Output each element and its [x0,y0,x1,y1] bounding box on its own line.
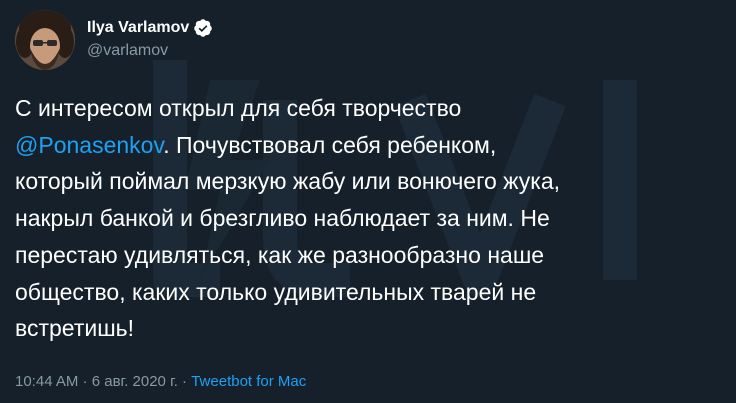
tweet-line: общество, каких только удивительных твар… [15,278,537,305]
tweet-line: накрыл банкой и брезгливо наблюдает за н… [15,205,550,232]
tweet-header: Ilya Varlamov @varlamov [15,10,213,70]
tweet-time[interactable]: 10:44 AM [15,373,78,390]
tweet-source-link[interactable]: Tweetbot for Mac [191,373,306,390]
tweet-line-text: . Почувствовал себя ребенком, [163,131,497,158]
avatar-image [15,10,75,70]
tweet-line: который поймал мерзкую жабу или вонючего… [15,168,561,195]
tweet-date[interactable]: 6 авг. 2020 г. [92,373,178,390]
tweet-line: С интересом открыл для себя творчество [15,95,462,121]
tweet-card: Ilya Varlamov @varlamov С интересом откр… [0,0,736,403]
meta-separator: · [177,373,192,390]
meta-separator: · [78,373,92,390]
user-handle[interactable]: @varlamov [87,40,213,62]
verified-badge-icon [194,19,213,37]
name-row: Ilya Varlamov [87,18,213,38]
user-names: Ilya Varlamov @varlamov [87,18,213,62]
tweet-line: перестаю удивляться, как же разнообразно… [15,241,545,268]
avatar[interactable] [15,10,75,70]
mention-link[interactable]: @Ponasenkov [15,132,163,158]
tweet-text: С интересом открыл для себя творчество @… [15,90,727,347]
tweet-meta: 10:44 AM · 6 авг. 2020 г. · Tweetbot for… [15,372,306,392]
tweet-line: @Ponasenkov. Почувствовал себя ребенком, [15,127,727,164]
display-name[interactable]: Ilya Varlamov [87,18,189,38]
tweet-line: встретишь! [15,315,135,342]
